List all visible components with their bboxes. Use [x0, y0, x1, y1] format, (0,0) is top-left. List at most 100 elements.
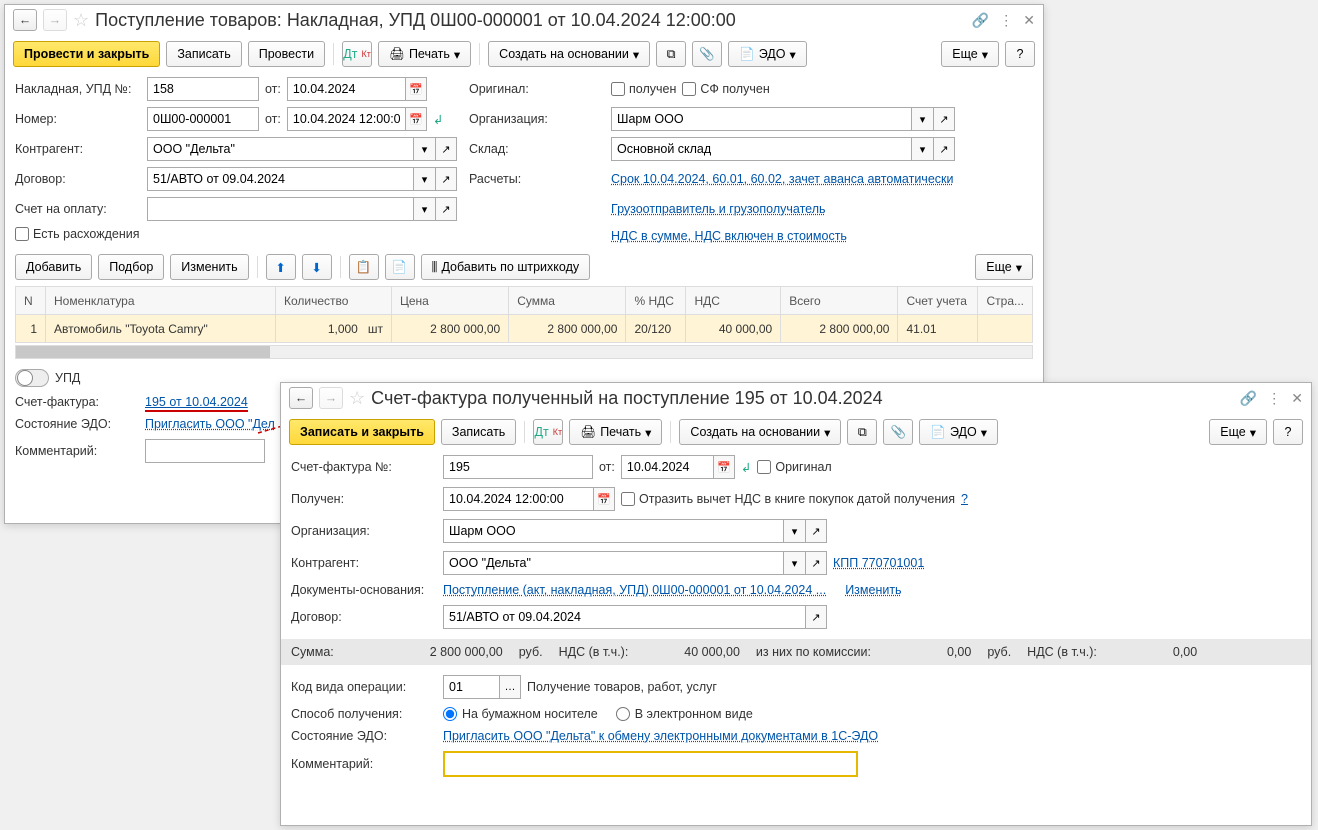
open-icon[interactable]: ↗: [933, 107, 955, 131]
create-based-button[interactable]: Создать на основании ▾: [488, 41, 650, 67]
copy-button[interactable]: 📋: [349, 254, 379, 280]
write-button[interactable]: Записать: [166, 41, 241, 67]
table-row[interactable]: 1 Автомобиль "Toyota Camry" 1,000 шт 2 8…: [16, 315, 1033, 343]
invoice-no-input[interactable]: [147, 77, 259, 101]
h-scrollbar[interactable]: [15, 345, 1033, 359]
struct-icon-button[interactable]: ⧉: [656, 41, 686, 67]
datetime-input[interactable]: [287, 107, 405, 131]
attach-icon-button[interactable]: 📎: [883, 419, 913, 445]
help-button[interactable]: ?: [1005, 41, 1035, 67]
warehouse-input[interactable]: [611, 137, 911, 161]
op-code-input[interactable]: [443, 675, 499, 699]
contragent-input[interactable]: [147, 137, 413, 161]
pick-button[interactable]: Подбор: [98, 254, 164, 280]
original-checkbox[interactable]: Оригинал: [757, 460, 831, 474]
received-checkbox[interactable]: получен: [611, 82, 676, 96]
open-icon[interactable]: ↗: [435, 197, 457, 221]
nav-back-button[interactable]: ←: [289, 387, 313, 409]
struct-icon-button[interactable]: ⧉: [847, 419, 877, 445]
print-button[interactable]: 🖨 Печать ▾: [378, 41, 471, 67]
star-icon[interactable]: ☆: [73, 10, 89, 31]
dropdown-icon[interactable]: ▾: [783, 551, 805, 575]
contract-input[interactable]: [443, 605, 805, 629]
add-button[interactable]: Добавить: [15, 254, 92, 280]
link-icon[interactable]: 🔗: [1240, 390, 1257, 407]
sf-no-input[interactable]: [443, 455, 593, 479]
dtkt-icon-button[interactable]: ДтКт: [533, 419, 563, 445]
open-icon[interactable]: ↗: [805, 605, 827, 629]
menu-icon[interactable]: ⋮: [999, 12, 1013, 29]
dropdown-icon[interactable]: ▾: [413, 167, 435, 191]
table-more-button[interactable]: Еще ▾: [975, 254, 1033, 280]
link-icon[interactable]: 🔗: [972, 12, 989, 29]
close-icon[interactable]: ✕: [1291, 390, 1303, 407]
invoice-date-input[interactable]: [287, 77, 405, 101]
sf-date-input[interactable]: [621, 455, 713, 479]
contract-input[interactable]: [147, 167, 413, 191]
open-icon[interactable]: ↗: [805, 519, 827, 543]
paste-button[interactable]: 📄: [385, 254, 415, 280]
number-input[interactable]: [147, 107, 259, 131]
edo-invite-link[interactable]: Пригласить ООО "Дельта" к обмену электро…: [443, 729, 878, 743]
more-button[interactable]: Еще ▾: [1209, 419, 1267, 445]
calendar-icon[interactable]: 📅: [713, 455, 735, 479]
open-icon[interactable]: ↗: [933, 137, 955, 161]
nav-forward-button[interactable]: →: [43, 9, 67, 31]
write-close-button[interactable]: Записать и закрыть: [289, 419, 435, 445]
select-icon[interactable]: …: [499, 675, 521, 699]
calc-link[interactable]: Срок 10.04.2024, 60.01, 60.02, зачет ава…: [611, 172, 953, 186]
edo-button[interactable]: 📄 ЭДО ▾: [728, 41, 807, 67]
move-up-button[interactable]: ⬆: [266, 254, 296, 280]
open-icon[interactable]: ↗: [805, 551, 827, 575]
nav-forward-button[interactable]: →: [319, 387, 343, 409]
more-button[interactable]: Еще ▾: [941, 41, 999, 67]
edo-invite-link[interactable]: Пригласить ООО "Дел: [145, 417, 275, 431]
invoice-link[interactable]: 195 от 10.04.2024: [145, 395, 248, 412]
org-input[interactable]: [443, 519, 783, 543]
bill-input[interactable]: [147, 197, 413, 221]
change-link[interactable]: Изменить: [845, 583, 901, 597]
upd-toggle[interactable]: [15, 369, 49, 387]
open-icon[interactable]: ↗: [435, 137, 457, 161]
base-doc-link[interactable]: Поступление (акт, накладная, УПД) 0Ш00-0…: [443, 583, 826, 597]
create-based-button[interactable]: Создать на основании ▾: [679, 419, 841, 445]
comment-input[interactable]: [443, 751, 858, 777]
print-button[interactable]: 🖨 Печать ▾: [569, 419, 662, 445]
menu-icon[interactable]: ⋮: [1267, 390, 1281, 407]
sf-received-checkbox[interactable]: СФ получен: [682, 82, 769, 96]
shipper-link[interactable]: Грузоотправитель и грузополучатель: [611, 202, 826, 216]
dropdown-icon[interactable]: ▾: [911, 137, 933, 161]
contragent-input[interactable]: [443, 551, 783, 575]
nds-link[interactable]: НДС в сумме, НДС включен в стоимость: [611, 229, 847, 243]
dropdown-icon[interactable]: ▾: [783, 519, 805, 543]
dropdown-icon[interactable]: ▾: [911, 107, 933, 131]
discrepancy-checkbox[interactable]: Есть расхождения: [15, 227, 140, 241]
received-dt-input[interactable]: [443, 487, 593, 511]
attach-icon-button[interactable]: 📎: [692, 41, 722, 67]
post-close-button[interactable]: Провести и закрыть: [13, 41, 160, 67]
star-icon[interactable]: ☆: [349, 388, 365, 409]
org-input[interactable]: [611, 107, 911, 131]
close-icon[interactable]: ✕: [1023, 12, 1035, 29]
calendar-icon[interactable]: 📅: [593, 487, 615, 511]
dropdown-icon[interactable]: ▾: [413, 137, 435, 161]
electronic-radio[interactable]: В электронном виде: [616, 707, 753, 721]
calendar-icon[interactable]: 📅: [405, 107, 427, 131]
dropdown-icon[interactable]: ▾: [413, 197, 435, 221]
help-link[interactable]: ?: [961, 492, 968, 506]
paper-radio[interactable]: На бумажном носителе: [443, 707, 598, 721]
write-button[interactable]: Записать: [441, 419, 516, 445]
move-down-button[interactable]: ⬇: [302, 254, 332, 280]
nav-back-button[interactable]: ←: [13, 9, 37, 31]
calendar-icon[interactable]: 📅: [405, 77, 427, 101]
comment-input[interactable]: [145, 439, 265, 463]
edo-button[interactable]: 📄 ЭДО ▾: [919, 419, 998, 445]
post-button[interactable]: Провести: [248, 41, 325, 67]
help-button[interactable]: ?: [1273, 419, 1303, 445]
edit-button[interactable]: Изменить: [170, 254, 248, 280]
vat-deduct-checkbox[interactable]: Отразить вычет НДС в книге покупок датой…: [621, 492, 955, 506]
dtkt-icon-button[interactable]: ДтКт: [342, 41, 372, 67]
kpp-link[interactable]: КПП 770701001: [833, 556, 924, 570]
open-icon[interactable]: ↗: [435, 167, 457, 191]
barcode-button[interactable]: ⫼ Добавить по штрихкоду: [421, 254, 590, 280]
